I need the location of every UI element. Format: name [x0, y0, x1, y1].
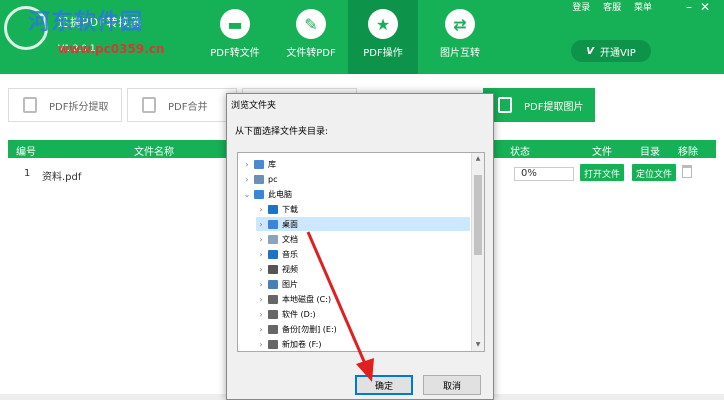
arrow-line: [306, 231, 368, 367]
annotation-arrow: [306, 231, 374, 382]
arrow-head: [356, 358, 374, 382]
